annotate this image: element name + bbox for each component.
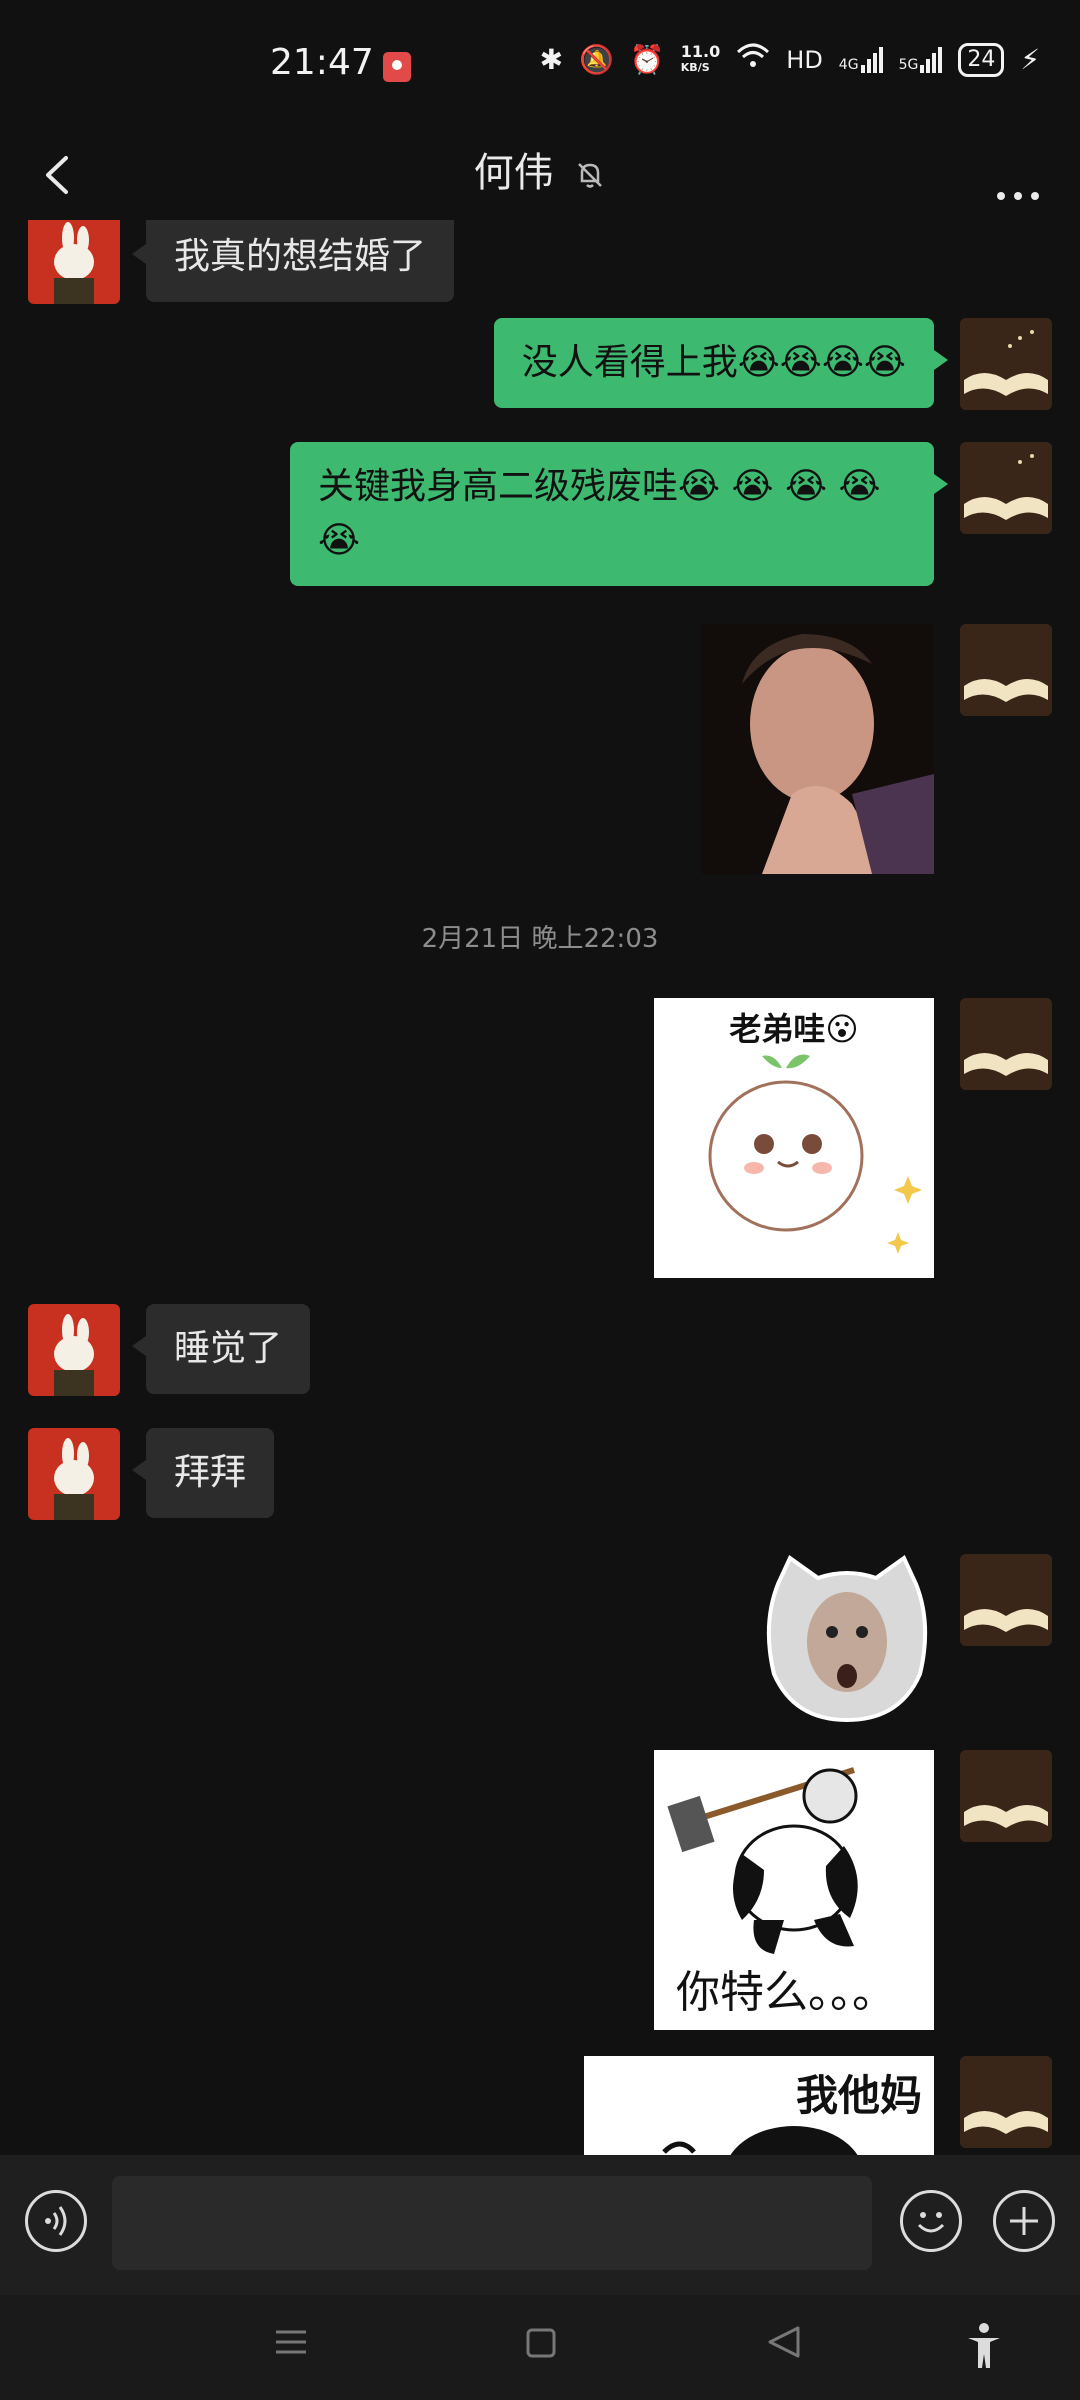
hd-label: HD — [786, 45, 823, 74]
photo-message[interactable] — [702, 624, 934, 874]
sticker-message[interactable] — [760, 1554, 934, 1722]
plus-icon — [1010, 2207, 1038, 2235]
wifi-icon — [736, 42, 770, 77]
message-row: 睡觉了 — [0, 1304, 1080, 1404]
charging-icon: ⚡ — [1020, 43, 1040, 76]
status-time: 21:47 — [270, 42, 374, 83]
menu-icon — [276, 2330, 306, 2354]
message-row: 老弟哇😮 — [0, 998, 1080, 1278]
message-row — [0, 624, 1080, 874]
accessibility-icon — [968, 2323, 1000, 2368]
message-row: 关键我身高二级残废哇😭 😭 😭 😭 😭 — [0, 442, 1080, 602]
message-input[interactable] — [112, 2176, 872, 2270]
emoji-icon — [917, 2212, 945, 2233]
message-bubble[interactable]: 拜拜 — [131, 1428, 275, 1518]
silent-icon: 🔕 — [579, 43, 614, 76]
location-notification-icon — [383, 52, 411, 82]
message-bubble[interactable]: 睡觉了 — [131, 1304, 311, 1394]
chat-timestamp: 2月21日 晚上22:03 — [421, 924, 659, 954]
contact-avatar[interactable] — [28, 1428, 120, 1520]
alarm-icon: ⏰ — [629, 43, 665, 76]
sticker-message[interactable]: 我他妈 — [584, 2056, 934, 2155]
home-square-icon — [526, 2328, 556, 2358]
my-avatar[interactable] — [960, 998, 1052, 1090]
contact-name: 何伟 — [473, 150, 554, 196]
status-icons: ✱ 🔕 ⏰ 11.0 KB/S HD 4G 5G 24 ⚡ — [540, 42, 1040, 77]
contact-avatar[interactable] — [28, 1304, 120, 1396]
more-actions-button[interactable] — [993, 2190, 1055, 2252]
man-portrait-photo — [702, 624, 934, 874]
contact-avatar[interactable] — [28, 220, 120, 304]
my-avatar[interactable] — [960, 442, 1052, 534]
panda-meme-sticker — [662, 2126, 858, 2155]
sticker-caption: 你特么。。。 — [676, 1967, 896, 2018]
sticker-message[interactable]: 你特么。。。 — [654, 1750, 934, 2030]
signal-4g: 4G — [839, 46, 883, 73]
accessibility-button[interactable] — [964, 2322, 1004, 2376]
chat-title: 何伟 — [0, 140, 1080, 198]
nav-menu-button[interactable] — [274, 2322, 308, 2366]
my-avatar[interactable] — [960, 2056, 1052, 2148]
voice-button[interactable] — [25, 2190, 87, 2252]
more-horizontal-icon — [997, 192, 1039, 200]
my-avatar[interactable] — [960, 1554, 1052, 1646]
emoji-button[interactable] — [900, 2190, 962, 2252]
bluetooth-icon: ✱ — [539, 43, 564, 76]
my-avatar[interactable] — [960, 1750, 1052, 1842]
message-row — [0, 1554, 1080, 1724]
chat-area[interactable]: 我真的想结婚了 没人看得上我😭😭😭😭 关键我身高二级残废哇😭 😭 😭 😭 😭 2… — [0, 220, 1080, 2155]
message-row: 我真的想结婚了 — [0, 220, 1080, 310]
my-avatar[interactable] — [960, 624, 1052, 716]
message-row: 没人看得上我😭😭😭😭 — [0, 318, 1080, 418]
nav-home-button[interactable] — [524, 2322, 558, 2366]
signal-5g: 5G — [899, 46, 943, 73]
sticker-message[interactable]: 老弟哇😮 — [654, 998, 934, 1278]
battery-indicator: 24 — [958, 42, 1005, 77]
message-row: 你特么。。。 — [0, 1750, 1080, 2030]
message-bubble[interactable]: 没人看得上我😭😭😭😭 — [493, 318, 949, 408]
more-button[interactable] — [996, 166, 1040, 212]
net-speed: 11.0 KB/S — [680, 41, 721, 74]
message-row: 我他妈 — [0, 2056, 1080, 2155]
status-bar: 21:47 ✱ 🔕 ⏰ 11.0 KB/S HD 4G 5G 24 ⚡ — [0, 0, 1080, 130]
message-bubble[interactable]: 我真的想结婚了 — [131, 220, 455, 302]
my-avatar[interactable] — [960, 318, 1052, 410]
back-triangle-icon — [768, 2326, 800, 2358]
nav-back-button[interactable] — [766, 2322, 802, 2366]
shocked-face-cat-sticker — [766, 1554, 928, 1722]
message-bubble[interactable]: 关键我身高二级残废哇😭 😭 😭 😭 😭 — [290, 442, 948, 586]
sprout-bun-sticker — [708, 1054, 922, 1254]
message-row: 拜拜 — [0, 1428, 1080, 1528]
voice-icon — [45, 2206, 67, 2236]
bell-off-icon — [578, 163, 603, 188]
